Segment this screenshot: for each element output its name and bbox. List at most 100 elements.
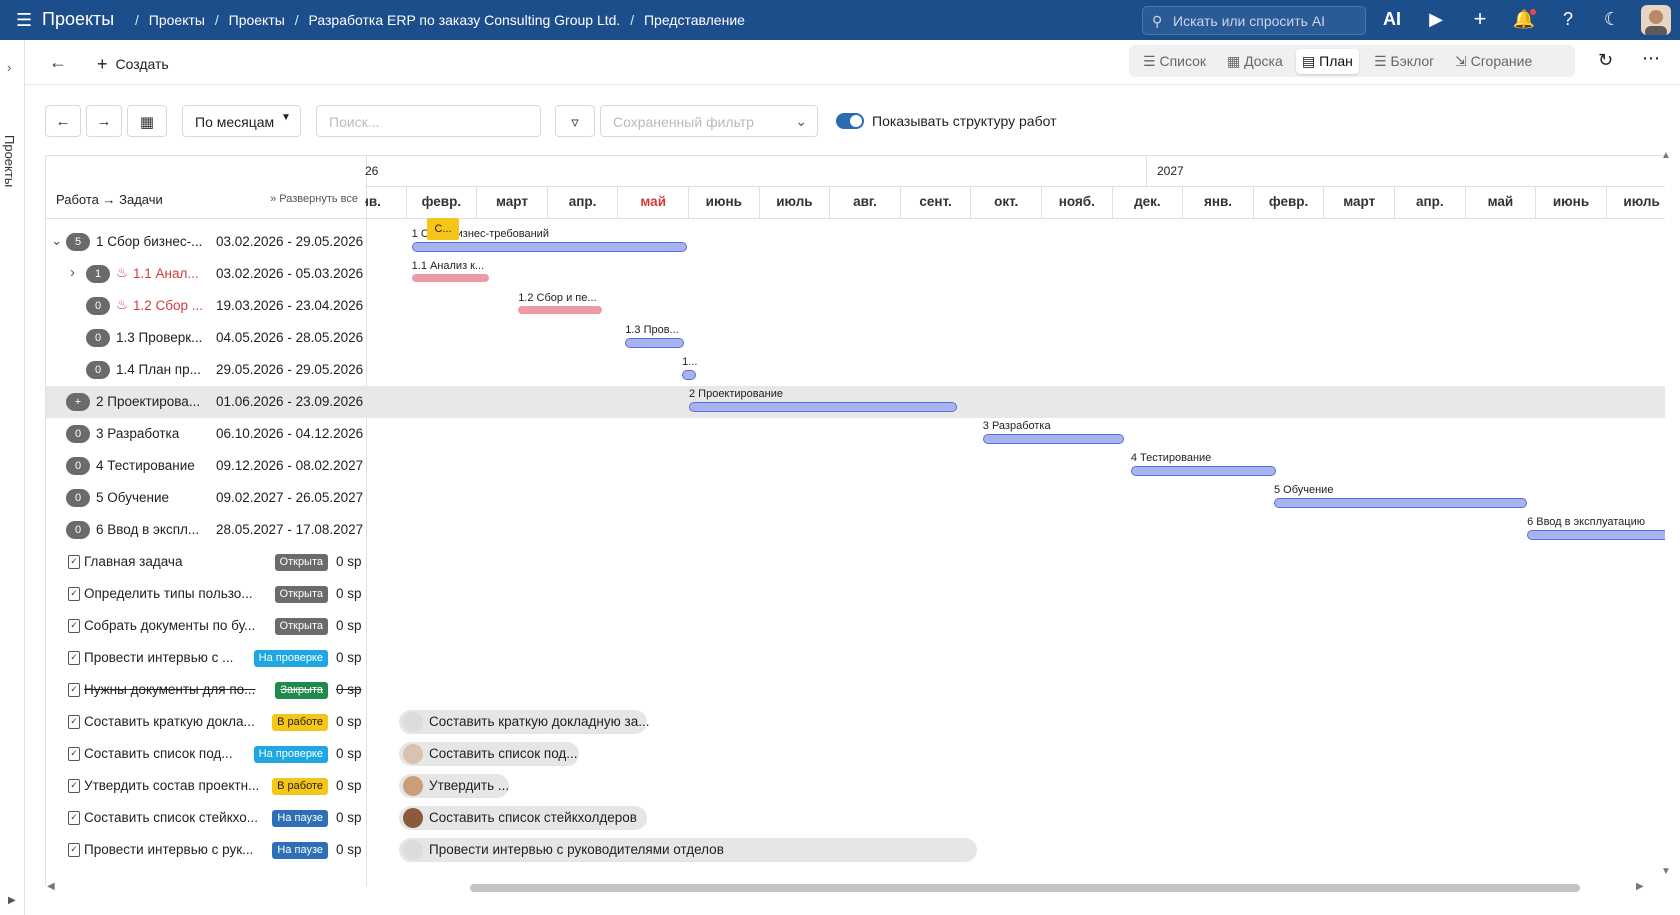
- play-icon[interactable]: ▶: [1424, 8, 1448, 30]
- calendar-button[interactable]: ▦: [127, 105, 167, 137]
- task-chip[interactable]: Составить список под...: [399, 742, 579, 766]
- task-row[interactable]: ✓ Составить список под... На проверке 0 sp: [46, 738, 366, 770]
- task-name[interactable]: Провести интервью с рук...: [84, 842, 253, 857]
- task-name[interactable]: Утвердить состав проектн...: [84, 778, 259, 793]
- task-checkbox-icon[interactable]: ✓: [68, 843, 80, 857]
- rail-label[interactable]: Проекты: [2, 135, 17, 187]
- gantt-bar[interactable]: [1273, 498, 1527, 508]
- task-row[interactable]: ✓ Составить краткую докла... В работе 0 sp: [46, 706, 366, 738]
- view-board[interactable]: ▦ Доска: [1227, 53, 1283, 70]
- task-row[interactable]: ✓ Собрать документы по бу... Открыта 0 sp: [46, 610, 366, 642]
- task-name[interactable]: Главная задача: [84, 554, 182, 569]
- scroll-left-icon[interactable]: ◀: [47, 881, 55, 892]
- prev-button[interactable]: ←: [45, 105, 81, 137]
- task-chip[interactable]: Составить краткую докладную за...: [399, 710, 649, 734]
- show-structure-toggle[interactable]: [836, 113, 864, 129]
- milestone-marker[interactable]: С...: [427, 218, 459, 240]
- tree-row[interactable]: › 1 ♨ 1.1 Анал... 03.02.2026 - 05.03.2026: [46, 258, 366, 290]
- chevron-down-icon[interactable]: ⌄: [51, 233, 62, 249]
- gantt-bar[interactable]: [1527, 530, 1665, 540]
- saved-filter-select[interactable]: Сохраненный фильтр ⌄: [600, 105, 818, 137]
- breadcrumb-item[interactable]: Проекты: [149, 12, 205, 28]
- more-icon[interactable]: ⋯: [1642, 48, 1660, 69]
- work-name[interactable]: 6 Ввод в экспл...: [96, 522, 199, 537]
- tree-row[interactable]: 0 5 Обучение 09.02.2027 - 26.05.2027: [46, 482, 366, 514]
- work-name[interactable]: 4 Тестирование: [96, 458, 195, 473]
- task-checkbox-icon[interactable]: ✓: [68, 555, 80, 569]
- filter-button[interactable]: ▿: [555, 105, 595, 137]
- task-row[interactable]: ✓ Провести интервью с рук... На паузе 0 sp: [46, 834, 366, 866]
- gantt-bar[interactable]: [1130, 466, 1276, 476]
- hamburger-menu-icon[interactable]: ☰: [16, 10, 32, 30]
- task-checkbox-icon[interactable]: ✓: [68, 619, 80, 633]
- work-name[interactable]: 1.1 Анал...: [133, 266, 199, 281]
- scroll-right-icon[interactable]: ▶: [1636, 881, 1644, 892]
- scale-select[interactable]: По месяцам ▼: [182, 105, 301, 137]
- task-chip[interactable]: Провести интервью с руководителями отдел…: [399, 838, 977, 862]
- chevron-right-icon[interactable]: ›: [70, 264, 75, 281]
- work-name[interactable]: 1.2 Сбор ...: [133, 298, 203, 313]
- tree-row[interactable]: +2 Проектирова... 01.06.2026 - 23.09.2026: [46, 386, 366, 418]
- gantt-bar[interactable]: [518, 306, 602, 314]
- tree-row[interactable]: ⌄ 5 1 Сбор бизнес-... 03.02.2026 - 29.05.20…: [46, 226, 366, 258]
- next-button[interactable]: →: [86, 105, 122, 137]
- global-search-input[interactable]: ⚲ Искать или спросить AI: [1142, 6, 1366, 35]
- chevron-right-icon[interactable]: ▶: [8, 895, 16, 906]
- task-name[interactable]: Собрать документы по бу...: [84, 618, 255, 633]
- gantt-bar[interactable]: [411, 242, 687, 252]
- task-checkbox-icon[interactable]: ✓: [68, 683, 80, 697]
- task-row[interactable]: ✓ Нужны документы для по... Закрыта 0 sp: [46, 674, 366, 706]
- view-plan[interactable]: ▤ План: [1296, 49, 1359, 74]
- task-row[interactable]: ✓ Составить список стейкхо... На паузе 0 sp: [46, 802, 366, 834]
- task-row[interactable]: ✓ Провести интервью с ... На проверке 0 sp: [46, 642, 366, 674]
- help-icon[interactable]: ?: [1556, 8, 1580, 30]
- task-name[interactable]: Составить список стейкхо...: [84, 810, 258, 825]
- tree-row[interactable]: 0 1.4 План пр... 29.05.2026 - 29.05.2026: [46, 354, 366, 386]
- avatar[interactable]: [1641, 5, 1671, 35]
- gantt-bar[interactable]: [982, 434, 1124, 444]
- expand-all-button[interactable]: » Развернуть все: [270, 193, 358, 205]
- ai-button[interactable]: AI: [1380, 8, 1404, 30]
- work-name[interactable]: 2 Проектирова...: [96, 394, 200, 409]
- scroll-down-icon[interactable]: ▼: [1661, 866, 1671, 877]
- task-checkbox-icon[interactable]: ✓: [68, 587, 80, 601]
- gantt-bar[interactable]: [625, 338, 685, 348]
- task-name[interactable]: Определить типы пользо...: [84, 586, 253, 601]
- tree-row[interactable]: 0 1.3 Проверк... 04.05.2026 - 28.05.2026: [46, 322, 366, 354]
- plus-icon[interactable]: +: [1468, 8, 1492, 30]
- task-name[interactable]: Составить список под...: [84, 746, 233, 761]
- gantt-bar[interactable]: [411, 274, 489, 282]
- task-row[interactable]: ✓ Утвердить состав проектн... В работе 0 sp: [46, 770, 366, 802]
- view-burndown[interactable]: ⇲ Сгорание: [1455, 53, 1532, 70]
- tree-row[interactable]: 0 ♨ 1.2 Сбор ... 19.03.2026 - 23.04.2026: [46, 290, 366, 322]
- refresh-icon[interactable]: ↻: [1598, 50, 1613, 71]
- task-row[interactable]: ✓ Определить типы пользо... Открыта 0 sp: [46, 578, 366, 610]
- app-title[interactable]: Проекты: [42, 9, 114, 30]
- task-checkbox-icon[interactable]: ✓: [68, 715, 80, 729]
- tree-row[interactable]: 0 3 Разработка 06.10.2026 - 04.12.2026: [46, 418, 366, 450]
- task-checkbox-icon[interactable]: ✓: [68, 811, 80, 825]
- work-name[interactable]: 1.4 План пр...: [116, 362, 201, 377]
- gantt-bar[interactable]: [682, 370, 697, 380]
- work-name[interactable]: 5 Обучение: [96, 490, 169, 505]
- view-backlog[interactable]: ☰ Бэклог: [1374, 53, 1434, 70]
- work-name[interactable]: 1 Сбор бизнес-...: [96, 234, 202, 249]
- chevron-right-icon[interactable]: ›: [7, 60, 11, 75]
- moon-icon[interactable]: ☾: [1600, 8, 1624, 30]
- task-name[interactable]: Нужны документы для по...: [84, 682, 255, 697]
- horizontal-scrollbar[interactable]: [470, 884, 1580, 892]
- task-checkbox-icon[interactable]: ✓: [68, 651, 80, 665]
- tree-row[interactable]: 0 6 Ввод в экспл... 28.05.2027 - 17.08.202…: [46, 514, 366, 546]
- task-checkbox-icon[interactable]: ✓: [68, 779, 80, 793]
- work-name[interactable]: 3 Разработка: [96, 426, 179, 441]
- task-name[interactable]: Провести интервью с ...: [84, 650, 233, 665]
- breadcrumb-item[interactable]: Проекты: [229, 12, 285, 28]
- breadcrumb-item[interactable]: Представление: [644, 12, 745, 28]
- create-button[interactable]: + Создать: [97, 53, 169, 74]
- search-input[interactable]: Поиск...: [316, 105, 541, 137]
- task-chip[interactable]: Составить список стейкхолдеров: [399, 806, 647, 830]
- gantt-bar[interactable]: [689, 402, 957, 412]
- tree-row[interactable]: 0 4 Тестирование 09.12.2026 - 08.02.2027: [46, 450, 366, 482]
- back-arrow-icon[interactable]: ←: [49, 52, 67, 73]
- scroll-up-icon[interactable]: ▲: [1661, 150, 1671, 161]
